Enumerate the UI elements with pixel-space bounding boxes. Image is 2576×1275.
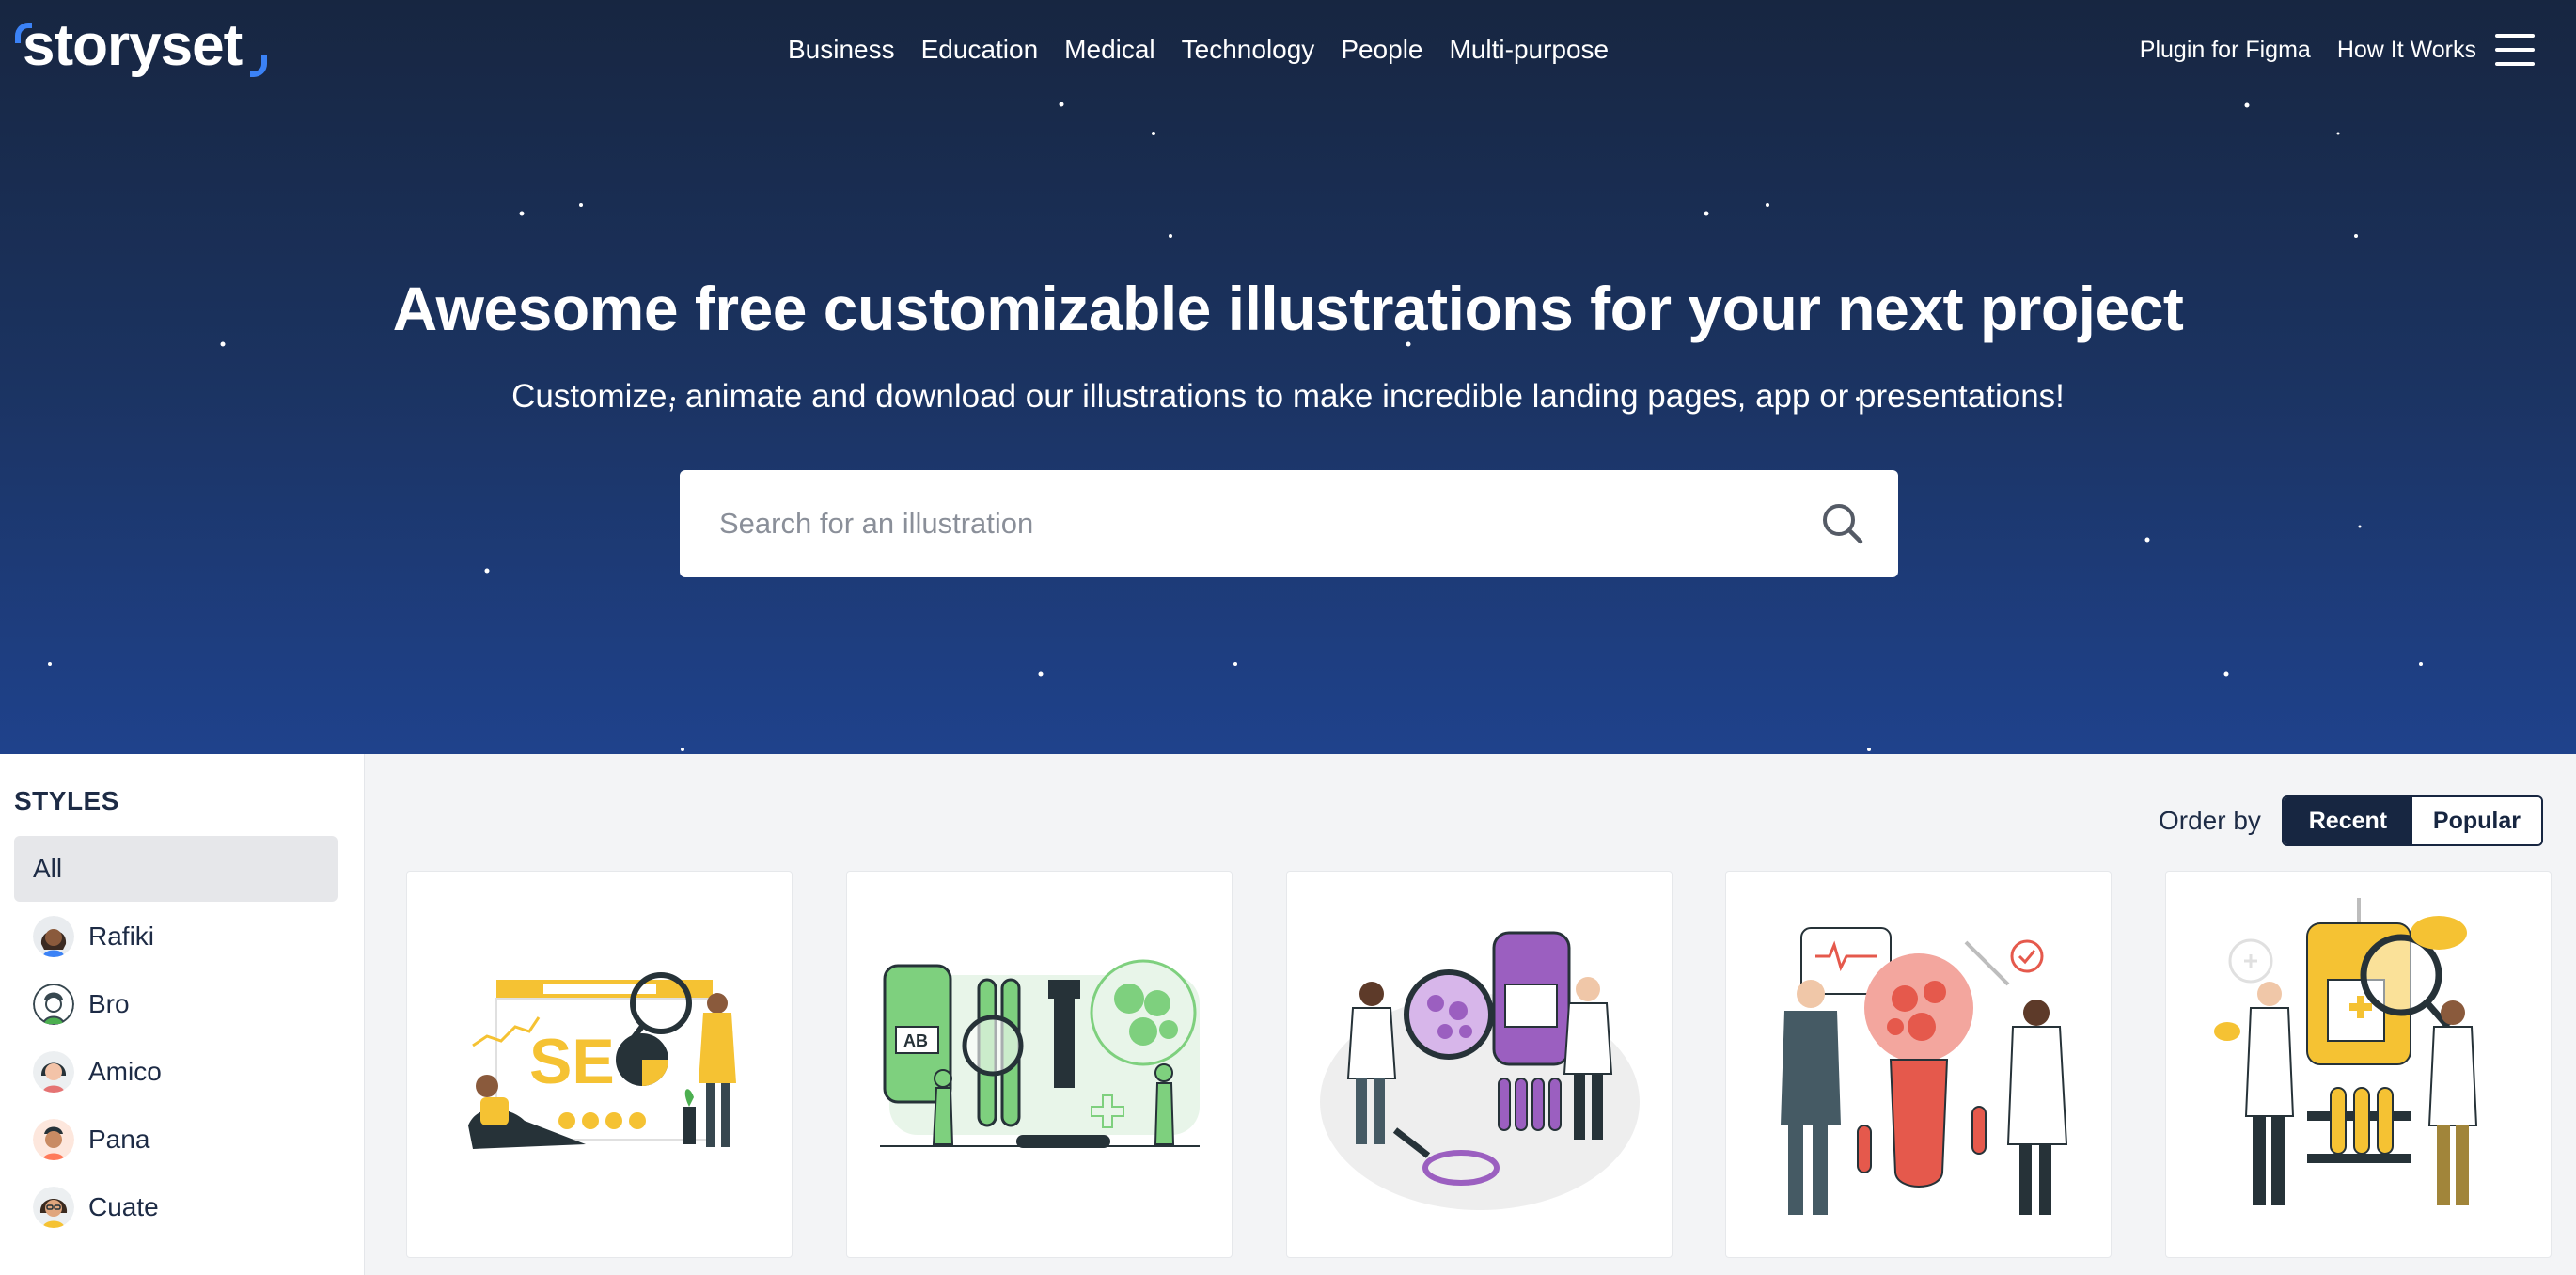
plugin-for-figma-link[interactable]: Plugin for Figma [2127,28,2324,71]
order-toggle: Recent Popular [2281,795,2543,846]
pana-avatar-icon [33,1119,74,1160]
nav-business[interactable]: Business [775,28,908,71]
illustration-card-blood-donation[interactable] [2165,871,2552,1258]
hero-headline: Awesome free customizable illustrations … [392,274,2184,343]
style-item-label: All [33,854,63,883]
style-item-label: Rafiki [88,921,155,951]
svg-text:AB: AB [903,1031,928,1050]
search-box [680,470,1898,577]
blood-lab-research-illustration: AB [880,959,1200,1148]
starfield-decoration [48,102,2423,751]
hamburger-menu-icon[interactable] [2495,34,2535,66]
illustration-card-cell-research[interactable] [1286,871,1673,1258]
style-item-label: Amico [88,1057,162,1086]
style-item-label: Bro [88,989,130,1018]
style-item-pana[interactable]: Pana [14,1107,338,1173]
nav-education[interactable]: Education [908,28,1052,71]
order-by-control: Order by Recent Popular [2159,795,2543,846]
style-item-bro[interactable]: Bro [14,971,338,1037]
style-item-label: Pana [88,1125,150,1154]
amico-avatar-icon [33,1051,74,1093]
logo-accent-right [250,55,267,77]
nav-medical[interactable]: Medical [1051,28,1168,71]
illustration-card-blood-lab[interactable]: AB [846,871,1233,1258]
secondary-links: Plugin for Figma How It Works [2127,28,2490,71]
rafiki-avatar-icon [33,916,74,957]
styles-sidebar: STYLES All Rafiki Bro Amico Pana Cuate [0,754,365,1275]
search-icon[interactable] [1815,496,1872,553]
nav-technology[interactable]: Technology [1169,28,1328,71]
order-popular-button[interactable]: Popular [2411,797,2541,844]
hamburger-bar [2495,34,2535,38]
svg-text:SE: SE [529,1026,615,1097]
style-item-rafiki[interactable]: Rafiki [14,904,338,969]
logo-text: storyset [23,13,243,78]
cell-research-illustration [1320,931,1640,1210]
hero-subline: Customize, animate and download our illu… [511,378,2065,415]
seo-analysis-illustration: SE [468,972,736,1149]
cuate-avatar-icon [33,1187,74,1228]
illustration-card-seo[interactable]: SE [406,871,793,1258]
category-menu: Business Education Medical Technology Pe… [775,28,1622,71]
hero-section: storyset Business Education Medical Tech… [0,0,2576,754]
nav-multi-purpose[interactable]: Multi-purpose [1437,28,1623,71]
how-it-works-link[interactable]: How It Works [2324,28,2490,71]
hamburger-bar [2495,48,2535,52]
search-input[interactable] [719,470,1753,577]
nav-people[interactable]: People [1327,28,1436,71]
blood-cells-research-illustration [1781,927,2068,1215]
hamburger-bar [2495,62,2535,66]
order-recent-button[interactable]: Recent [2283,797,2412,844]
top-navigation: storyset Business Education Medical Tech… [0,0,2576,100]
styles-title: STYLES [14,786,119,815]
bro-avatar-icon [33,984,74,1025]
storyset-logo[interactable]: storyset [13,13,267,79]
style-item-label: Cuate [88,1192,159,1221]
illustration-card-blood-cells[interactable] [1725,871,2112,1258]
style-item-cuate[interactable]: Cuate [14,1174,338,1240]
blood-donation-analysis-illustration [2214,898,2478,1205]
style-item-amico[interactable]: Amico [14,1039,338,1105]
style-item-all[interactable]: All [14,836,338,902]
order-by-label: Order by [2159,806,2261,835]
